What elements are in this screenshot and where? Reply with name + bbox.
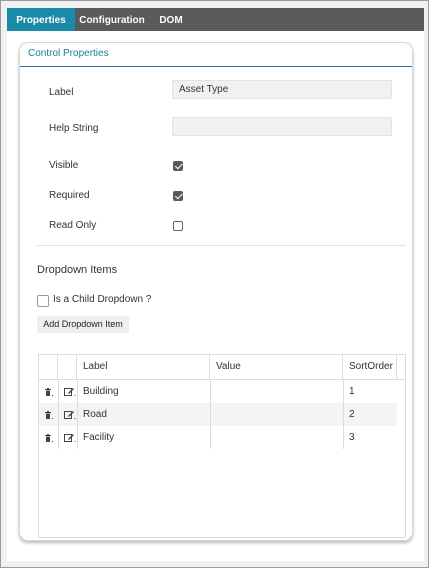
add-dropdown-item-button[interactable]: Add Dropdown Item [37,316,129,333]
help-string-input[interactable] [172,117,392,136]
label-input[interactable]: Asset Type [172,80,392,99]
column-divider [343,380,344,449]
header-edit-col [58,355,77,380]
column-header-value[interactable]: Value [210,355,343,380]
help-string-caption: Help String [49,123,99,134]
row-label-cell: Facility [83,432,115,443]
control-properties-panel: Control Properties Label Asset Type Help… [19,42,413,541]
trash-icon[interactable] [44,433,54,446]
column-divider [58,380,59,449]
label-caption: Label [49,87,74,98]
read-only-checkbox[interactable] [173,221,183,231]
tab-bar: Properties Configuration DOM [7,8,424,31]
column-header-sortorder[interactable]: SortOrder [343,355,397,380]
row-sortorder-cell: 3 [349,432,355,443]
column-header-label[interactable]: Label [77,355,210,380]
read-only-caption: Read Only [49,220,97,231]
row-sortorder-cell: 1 [349,386,355,397]
visible-checkbox[interactable] [173,161,183,171]
required-checkbox[interactable] [173,191,183,201]
edit-icon[interactable] [64,387,76,400]
visible-caption: Visible [49,160,79,171]
row-sortorder-cell: 2 [349,409,355,420]
header-delete-col [39,355,58,380]
header-scroll-gutter [397,355,405,380]
child-dropdown-checkbox[interactable] [37,295,49,307]
tab-configuration[interactable]: Configuration [78,8,146,31]
trash-icon[interactable] [44,410,54,423]
row-label-cell: Building [83,386,119,397]
tab-content: Control Properties Label Asset Type Help… [7,31,424,561]
column-divider [77,380,78,449]
edit-icon[interactable] [64,433,76,446]
child-dropdown-label: Is a Child Dropdown ? [53,294,152,305]
dropdown-items-grid: Label Value SortOrder Building 1 Road 2 … [38,354,406,538]
trash-icon[interactable] [44,387,54,400]
panel-title: Control Properties [20,43,412,67]
section-divider [37,245,406,246]
required-caption: Required [49,190,90,201]
tab-dom[interactable]: DOM [151,8,191,31]
window-frame: Properties Configuration DOM Control Pro… [0,0,429,568]
dropdown-items-heading: Dropdown Items [37,264,118,276]
column-divider [210,380,211,449]
row-label-cell: Road [83,409,107,420]
edit-icon[interactable] [64,410,76,423]
tab-properties[interactable]: Properties [7,8,75,31]
